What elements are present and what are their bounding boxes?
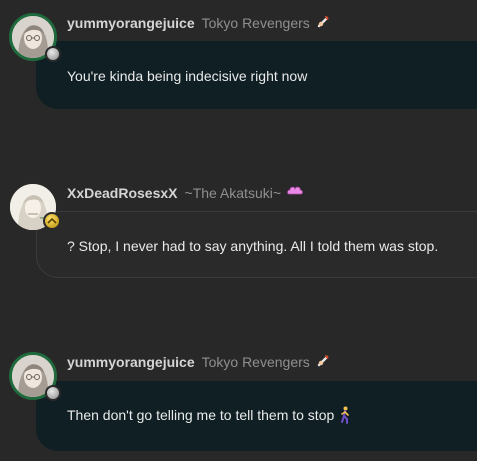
- group-name[interactable]: Tokyo Revengers: [202, 354, 310, 370]
- message-text: Then don't go telling me to tell them to…: [67, 406, 351, 427]
- tokyo-revengers-icon: [316, 14, 330, 33]
- rank-badge-icon: [45, 385, 61, 401]
- group-name[interactable]: ~The Akatsuki~: [185, 185, 282, 201]
- author-line: XxDeadRosesxX ~The Akatsuki~: [67, 183, 303, 203]
- username[interactable]: yummyorangejuice: [67, 15, 195, 31]
- username[interactable]: yummyorangejuice: [67, 354, 195, 370]
- message-text: You're kinda being indecisive right now: [67, 68, 308, 84]
- username[interactable]: XxDeadRosesxX: [67, 185, 178, 201]
- author-line: yummyorangejuice Tokyo Revengers: [67, 352, 330, 372]
- walking-person-icon: [339, 406, 351, 427]
- rank-badge-icon: [43, 212, 61, 230]
- akatsuki-cloud-icon: [287, 184, 303, 202]
- group-name[interactable]: Tokyo Revengers: [202, 15, 310, 31]
- author-line: yummyorangejuice Tokyo Revengers: [67, 13, 330, 33]
- message-text: ? Stop, I never had to say anything. All…: [67, 238, 439, 254]
- message-text-content: Then don't go telling me to tell them to…: [67, 407, 335, 423]
- rank-badge-icon: [45, 46, 61, 62]
- tokyo-revengers-icon: [316, 353, 330, 372]
